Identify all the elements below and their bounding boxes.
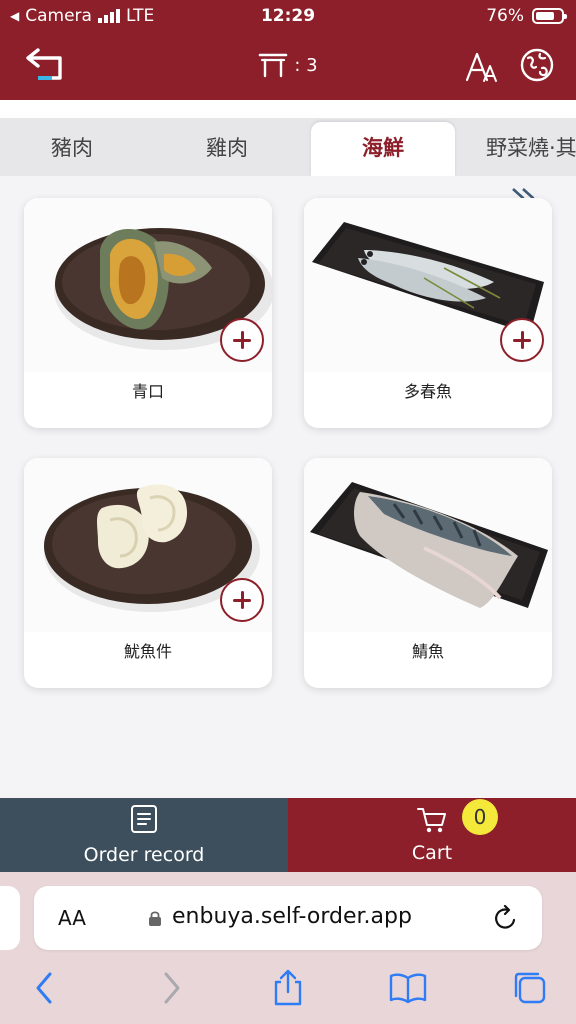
menu-item-name: 多春魚 [403, 382, 452, 401]
battery-icon [532, 8, 567, 24]
menu-item-card[interactable]: 青口 [24, 198, 272, 428]
cart-button[interactable]: 0 Cart [288, 798, 576, 872]
order-record-button[interactable]: Order record [0, 798, 288, 872]
status-bar: ◀ Camera LTE 12:29 76% [0, 0, 576, 32]
add-button[interactable] [500, 318, 544, 362]
order-record-label: Order record [83, 844, 205, 866]
tab-chicken[interactable]: 雞肉 [155, 122, 299, 176]
cart-label: Cart [411, 842, 453, 864]
table-icon [259, 53, 288, 78]
url-text[interactable]: enbuya.self-order.app [172, 904, 412, 929]
lock-icon [149, 911, 161, 926]
browser-nav-row [0, 968, 576, 1008]
address-bar[interactable]: AA enbuya.self-order.app [34, 886, 542, 950]
font-size-icon[interactable] [464, 48, 500, 84]
reader-aa-button[interactable]: AA [58, 906, 86, 930]
menu-item-name: 鯖魚 [411, 642, 444, 661]
tab-vegetables[interactable]: 野菜燒·其 [486, 122, 576, 176]
table-number: : 3 [294, 54, 318, 76]
cart-count-badge: 0 [462, 799, 498, 835]
menu-item-card[interactable]: 鯖魚 [304, 458, 552, 688]
add-button[interactable] [220, 318, 264, 362]
bottom-action-bar: Order record 0 Cart [0, 798, 576, 872]
browser-toolbar: AA enbuya.self-order.app [0, 872, 576, 1024]
reload-icon[interactable] [492, 904, 520, 932]
previous-tab-edge[interactable] [0, 886, 20, 950]
menu-item-card[interactable]: 魷魚件 [24, 458, 272, 688]
document-icon [131, 805, 157, 833]
tab-pork[interactable]: 豬肉 [0, 122, 144, 176]
category-tabs: 豬肉 雞肉 海鮮 野菜燒·其 [0, 100, 576, 176]
bookmarks-icon[interactable] [388, 968, 428, 1008]
mackerel-photo [304, 458, 552, 632]
tab-seafood[interactable]: 海鮮 [311, 122, 455, 176]
status-right: 76% [486, 6, 567, 26]
battery-percent: 76% [486, 6, 524, 26]
language-icon[interactable] [518, 46, 556, 84]
menu-content: 青口 多春魚 魷魚件 鯖魚 [0, 176, 576, 798]
menu-item-card[interactable]: 多春魚 [304, 198, 552, 428]
tabs-icon[interactable] [510, 968, 550, 1008]
app-header: : 3 [0, 32, 576, 100]
add-button[interactable] [220, 578, 264, 622]
share-icon[interactable] [268, 968, 308, 1008]
forward-icon[interactable] [150, 968, 190, 1008]
back-icon[interactable] [26, 968, 66, 1008]
menu-item-name: 魷魚件 [123, 642, 172, 661]
cart-icon [417, 808, 446, 833]
menu-item-name: 青口 [131, 382, 164, 401]
aa-label: AA [58, 906, 86, 930]
battery-fill [536, 12, 555, 20]
